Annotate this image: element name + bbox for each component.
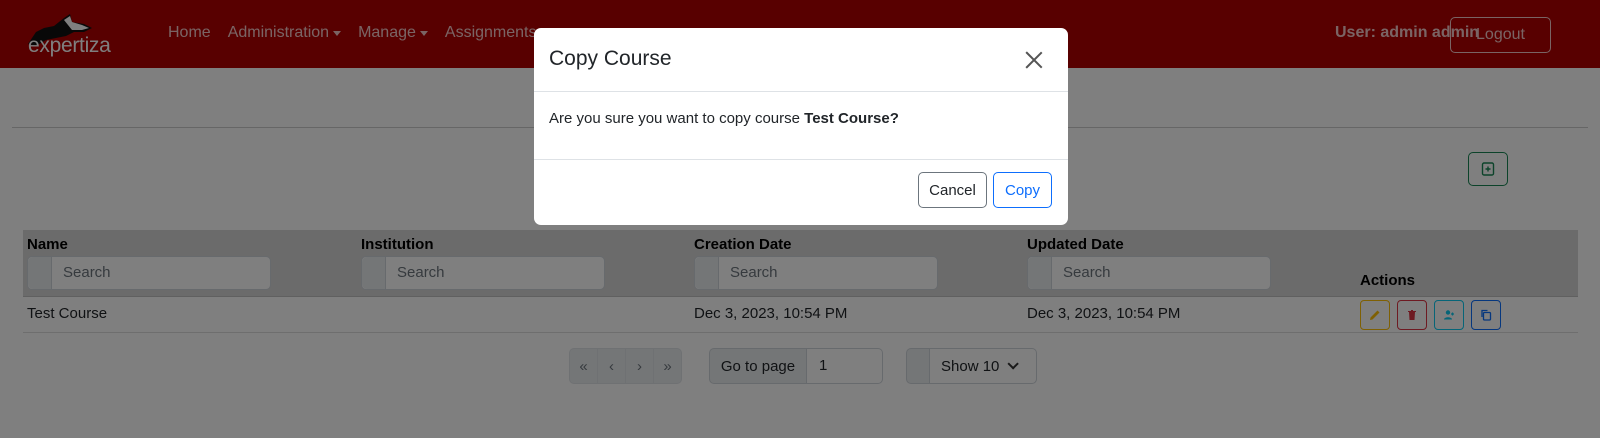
modal-body: Are you sure you want to copy course Tes… (534, 92, 1068, 160)
modal-course-name: Test Course? (804, 110, 899, 127)
modal-header: Copy Course (534, 28, 1068, 92)
modal-footer: Cancel Copy (534, 160, 1068, 224)
close-icon[interactable] (1024, 50, 1044, 70)
copy-course-modal: Copy Course Are you sure you want to cop… (534, 28, 1068, 225)
copy-confirm-button[interactable]: Copy (993, 172, 1052, 208)
modal-title: Copy Course (549, 47, 672, 70)
cancel-button[interactable]: Cancel (918, 172, 987, 208)
modal-message: Are you sure you want to copy course (549, 110, 805, 127)
